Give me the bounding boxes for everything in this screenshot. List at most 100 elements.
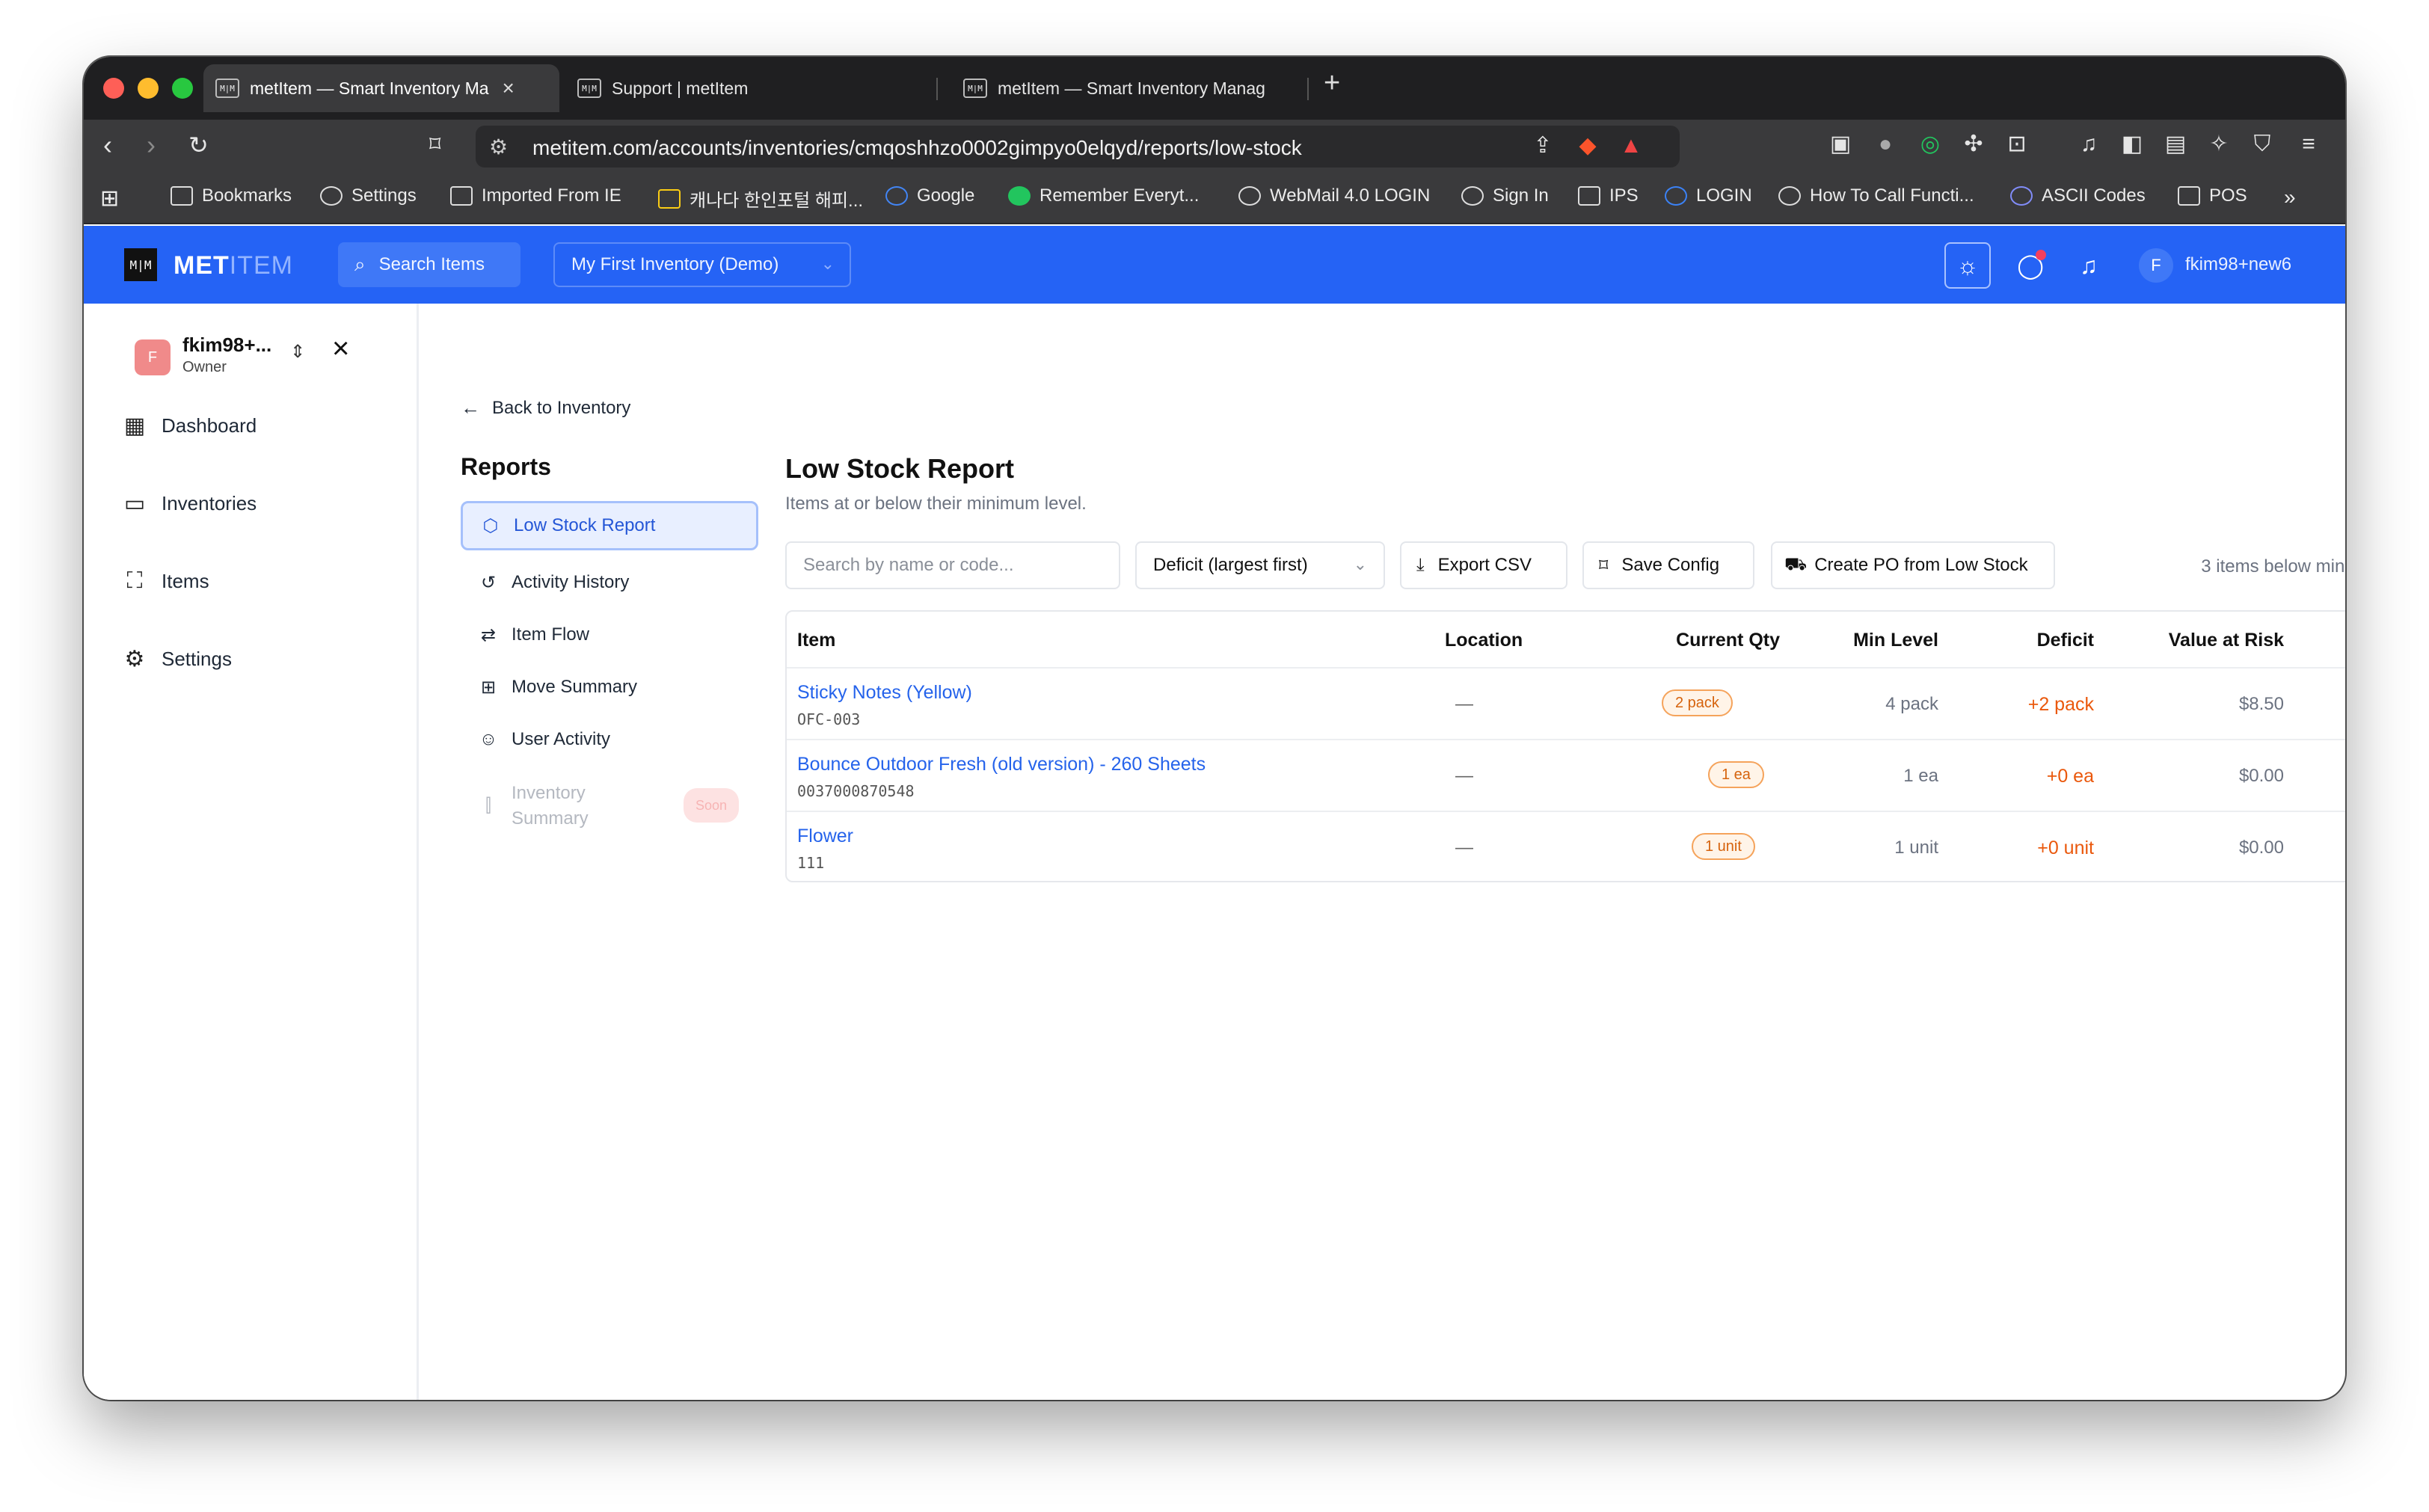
column-header-location[interactable]: Location xyxy=(1445,630,1523,651)
navigation-bar: ‹ › ↻ ⌑ ⚙ metitem.com/accounts/inventori… xyxy=(84,120,2345,172)
dashboard-icon: ▦ xyxy=(123,414,146,438)
search-items-button[interactable]: ⌕ Search Items xyxy=(338,242,520,287)
music-icon[interactable]: ♫ xyxy=(2076,132,2101,157)
bookmark-link[interactable]: Sign In xyxy=(1461,185,1549,206)
extension-grey-icon[interactable]: ● xyxy=(1873,132,1898,157)
tab-separator xyxy=(936,78,938,100)
bookmark-link[interactable]: 캐나다 한인포털 해피... xyxy=(658,185,863,212)
sidebar-toggle-icon[interactable]: ◧ xyxy=(2119,132,2145,157)
metitem-logo-icon[interactable]: M|M xyxy=(124,248,157,281)
download-icon: ⤓ xyxy=(1416,555,1425,575)
report-nav-move-summary[interactable]: ⊞ Move Summary xyxy=(461,663,758,712)
globe-icon xyxy=(1778,186,1801,206)
new-tab-icon[interactable]: + xyxy=(1324,67,1340,99)
value-at-risk: $0.00 xyxy=(2238,766,2284,786)
bookmark-icon[interactable]: ⌑ xyxy=(429,130,440,160)
bookmark-link[interactable]: Bookmarks xyxy=(171,185,292,206)
search-input[interactable] xyxy=(785,541,1120,589)
back-arrow-icon[interactable]: ‹ xyxy=(103,130,112,160)
column-header-min-level[interactable]: Min Level xyxy=(1789,630,1938,651)
reader-icon[interactable]: ⊡ xyxy=(2004,132,2030,157)
back-to-inventory-link[interactable]: ← Back to Inventory xyxy=(461,396,630,420)
item-location: — xyxy=(1455,766,1473,786)
account-switch-icon[interactable]: ⇕ xyxy=(290,341,305,363)
minimize-window-button[interactable] xyxy=(138,78,159,99)
menu-icon[interactable]: ≡ xyxy=(2296,132,2321,157)
browser-tab[interactable]: M|M metItem — Smart Inventory Manag xyxy=(951,64,1303,112)
leo-ai-icon[interactable]: ✧ xyxy=(2206,132,2232,157)
column-header-deficit[interactable]: Deficit xyxy=(1944,630,2094,651)
column-header-current-qty[interactable]: Current Qty xyxy=(1630,630,1780,651)
sidebar: F fkim98+... Owner ⇕ × ▦ Dashboard ▭ Inven… xyxy=(84,304,419,1400)
scan-icon: ⛶ xyxy=(126,568,143,593)
extensions-puzzle-icon[interactable]: ✣ xyxy=(1961,132,1986,157)
bookmark-link[interactable]: POS xyxy=(2178,185,2247,206)
notifications-button[interactable]: ♫ xyxy=(2066,242,2112,289)
sort-select[interactable]: Deficit (largest first) ⌄ xyxy=(1135,541,1385,589)
box-icon: ⬡ xyxy=(482,515,499,536)
bookmark-link[interactable]: IPS xyxy=(1578,185,1639,206)
google-icon xyxy=(885,186,908,206)
bookmark-link[interactable]: Settings xyxy=(320,185,417,206)
item-code: OFC-003 xyxy=(797,710,861,728)
forward-arrow-icon[interactable]: › xyxy=(147,130,156,160)
inventory-select[interactable]: My First Inventory (Demo) ⌄ xyxy=(553,242,851,287)
close-tab-icon[interactable]: × xyxy=(503,76,515,100)
item-name-link[interactable]: Flower xyxy=(797,826,853,847)
bookmark-link[interactable]: WebMail 4.0 LOGIN xyxy=(1238,185,1430,206)
report-nav-user-activity[interactable]: ☺ User Activity xyxy=(461,715,758,764)
site-settings-icon[interactable]: ⚙ xyxy=(489,135,508,159)
vpn-shield-icon[interactable]: ⛉ xyxy=(2250,132,2275,157)
sidebar-item-items[interactable]: ⛶ Items xyxy=(120,568,209,594)
bookmark-link[interactable]: Imported From IE xyxy=(450,185,621,206)
sidebar-item-settings[interactable]: ⚙ Settings xyxy=(120,646,232,672)
report-nav-item-flow[interactable]: ⇄ Item Flow xyxy=(461,610,758,660)
apps-grid-icon[interactable]: ⊞ xyxy=(100,185,119,212)
sidebar-item-inventories[interactable]: ▭ Inventories xyxy=(120,491,257,517)
account-avatar[interactable]: F xyxy=(135,339,171,375)
create-po-button[interactable]: ⛟ Create PO from Low Stock xyxy=(1771,541,2055,589)
save-config-button[interactable]: ⌑ Save Config xyxy=(1582,541,1754,589)
brave-shield-icon[interactable]: ◆ xyxy=(1575,133,1600,159)
sidebar-item-dashboard[interactable]: ▦ Dashboard xyxy=(120,413,257,439)
url-text[interactable]: metitem.com/accounts/inventories/cmqoshh… xyxy=(532,136,1302,160)
chat-button[interactable]: ◯ xyxy=(2007,242,2054,289)
bookmark-link[interactable]: How To Call Functi... xyxy=(1778,185,1974,206)
user-name[interactable]: fkim98+new6 xyxy=(2185,254,2291,275)
export-csv-button[interactable]: ⤓ Export CSV xyxy=(1400,541,1567,589)
bookmark-link[interactable]: LOGIN xyxy=(1665,185,1752,206)
media-icon[interactable]: ▣ xyxy=(1828,132,1853,157)
column-header-item[interactable]: Item xyxy=(797,630,835,651)
wallet-icon[interactable]: ▤ xyxy=(2163,132,2188,157)
share-icon[interactable]: ⇪ xyxy=(1530,133,1556,159)
theme-toggle-button[interactable]: ☼ xyxy=(1944,242,1991,289)
browser-tab[interactable]: M|M Support | metItem xyxy=(565,64,790,112)
close-sidebar-icon[interactable]: × xyxy=(332,332,349,366)
tab-title: metItem — Smart Inventory Manag xyxy=(998,78,1265,98)
current-qty-badge: 1 ea xyxy=(1708,761,1764,788)
close-window-button[interactable] xyxy=(103,78,124,99)
report-nav-activity-history[interactable]: ↺ Activity History xyxy=(461,558,758,607)
account-name[interactable]: fkim98+... xyxy=(182,334,271,357)
column-header-value-at-risk[interactable]: Value at Risk xyxy=(2134,630,2284,651)
bookmark-link[interactable]: ASCII Codes xyxy=(2010,185,2146,206)
account-role: Owner xyxy=(182,359,227,375)
zoom-window-button[interactable] xyxy=(172,78,193,99)
value-at-risk: $8.50 xyxy=(2238,694,2284,714)
app-logo[interactable]: METITEM xyxy=(174,251,293,280)
avatar[interactable]: F xyxy=(2139,248,2173,283)
metitem-favicon-icon: M|M xyxy=(215,79,239,98)
bookmarks-bar: ⊞ Bookmarks Settings Imported From IE 캐나… xyxy=(84,172,2345,224)
bookmark-link[interactable]: Remember Everyt... xyxy=(1008,185,1199,206)
brave-rewards-icon[interactable]: ▲ xyxy=(1618,133,1644,159)
reload-icon[interactable]: ↻ xyxy=(188,130,209,160)
browser-tab-active[interactable]: M|M metItem — Smart Inventory Ma × xyxy=(203,64,559,112)
more-bookmarks-icon[interactable]: » xyxy=(2284,185,2296,209)
extension-green-icon[interactable]: ◎ xyxy=(1917,132,1943,157)
address-bar[interactable]: ⚙ metitem.com/accounts/inventories/cmqos… xyxy=(476,126,1680,168)
item-name-link[interactable]: Sticky Notes (Yellow) xyxy=(797,682,972,704)
report-nav-low-stock[interactable]: ⬡ Low Stock Report xyxy=(461,501,758,550)
item-name-link[interactable]: Bounce Outdoor Fresh (old version) - 260… xyxy=(797,754,1206,775)
globe-icon xyxy=(1238,186,1261,206)
bookmark-link[interactable]: Google xyxy=(885,185,974,206)
